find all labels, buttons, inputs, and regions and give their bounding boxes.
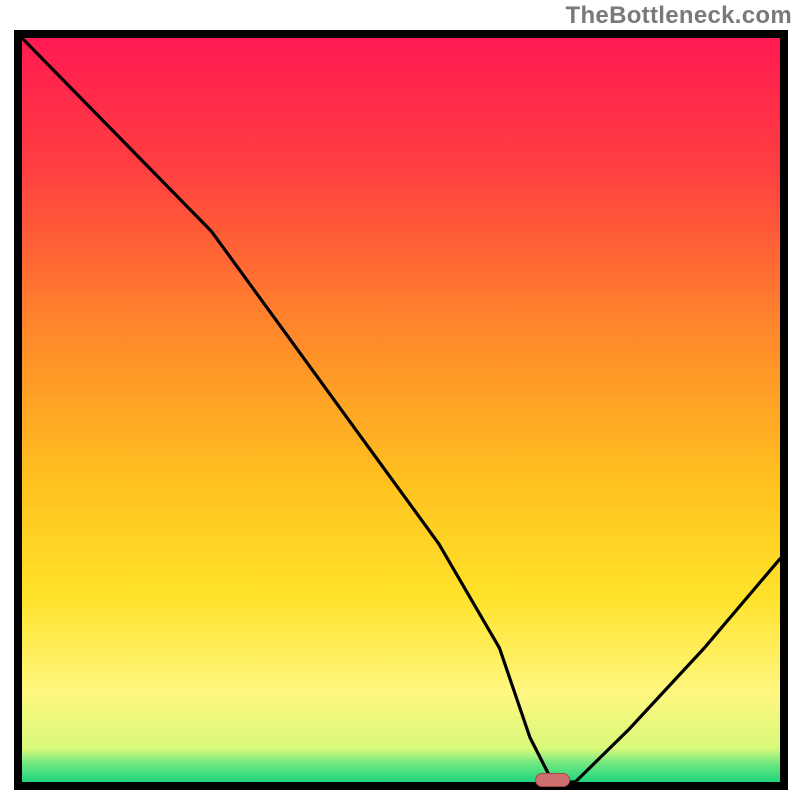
chart-root: { "watermark": "TheBottleneck.com", "col…: [0, 0, 800, 800]
watermark-text: TheBottleneck.com: [566, 2, 792, 30]
optimum-marker: [536, 774, 570, 787]
bottleneck-chart: [0, 0, 800, 800]
heatmap-background: [22, 38, 780, 782]
